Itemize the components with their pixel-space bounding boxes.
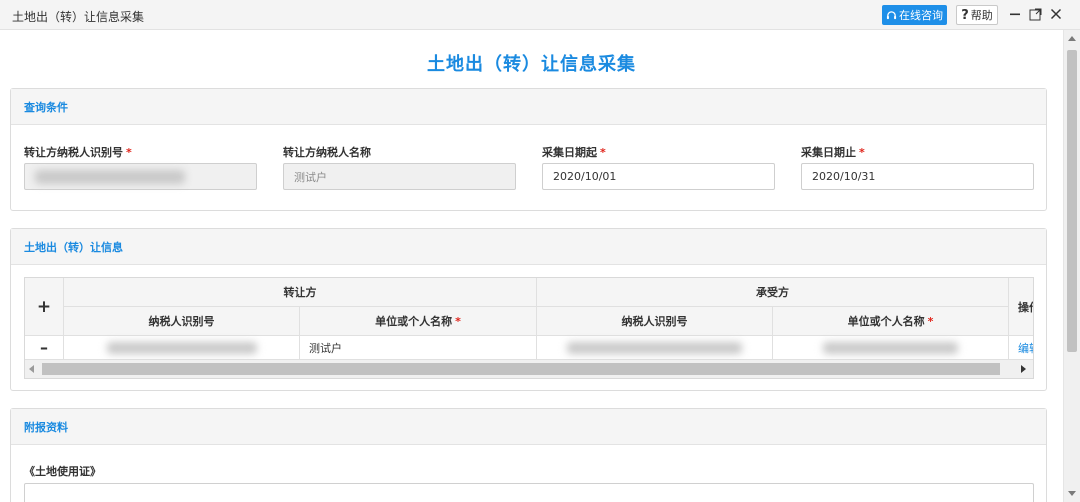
query-panel-title: 查询条件 bbox=[11, 89, 1046, 125]
scrollbar-thumb[interactable] bbox=[1067, 50, 1077, 352]
redacted-value bbox=[823, 341, 958, 354]
attachment-upload-box[interactable] bbox=[24, 483, 1034, 502]
minimize-icon bbox=[1010, 13, 1020, 16]
help-question-icon: ? bbox=[961, 7, 969, 23]
query-panel: 查询条件 转让方纳税人识别号 * 转让方纳税人名称 测试户 采集日期起 * 2020… bbox=[10, 88, 1047, 211]
help-button[interactable]: ? 帮助 bbox=[956, 5, 998, 25]
transferor-tax-id-label: 转让方纳税人识别号 * bbox=[24, 146, 132, 159]
column-header-transferor-name: 单位或个人名称 * bbox=[300, 307, 537, 336]
date-start-label: 采集日期起 * bbox=[542, 146, 606, 159]
table-cell-transferor-name[interactable]: 测试户 bbox=[300, 336, 537, 360]
table-cell-receiver-name[interactable] bbox=[773, 336, 1009, 360]
attachment-item-label: 《土地使用证》 bbox=[24, 465, 101, 478]
date-end-label: 采集日期止 * bbox=[801, 146, 865, 159]
table-cell-transferor-tax-id[interactable] bbox=[64, 336, 300, 360]
scroll-left-icon[interactable] bbox=[29, 365, 34, 373]
minimize-button[interactable] bbox=[1006, 4, 1024, 24]
date-start-input[interactable]: 2020/10/01 bbox=[542, 163, 775, 190]
transferor-name-input[interactable]: 测试户 bbox=[283, 163, 516, 190]
scroll-right-icon[interactable] bbox=[1021, 365, 1026, 373]
edit-link[interactable]: 编辑 bbox=[1009, 336, 1033, 360]
restore-icon bbox=[1029, 8, 1041, 20]
transferor-tax-id-input[interactable] bbox=[24, 163, 257, 190]
restore-button[interactable] bbox=[1026, 4, 1044, 24]
online-consult-label: 在线咨询 bbox=[899, 9, 943, 22]
page-title: 土地出（转）让信息采集 bbox=[427, 54, 636, 75]
vertical-scrollbar[interactable] bbox=[1063, 30, 1080, 502]
redacted-value bbox=[35, 169, 185, 184]
window-titlebar: 土地出（转）让信息采集 在线咨询 ? 帮助 bbox=[0, 0, 1080, 30]
operation-header: 操作 bbox=[1009, 278, 1033, 336]
table-cell-receiver-tax-id[interactable] bbox=[537, 336, 773, 360]
required-mark: * bbox=[600, 146, 606, 159]
redacted-value bbox=[567, 341, 742, 354]
horizontal-scrollbar-thumb[interactable] bbox=[42, 363, 1000, 375]
scroll-up-icon[interactable] bbox=[1068, 36, 1076, 41]
help-label: 帮助 bbox=[970, 9, 993, 22]
online-consult-button[interactable]: 在线咨询 bbox=[882, 5, 947, 25]
column-header-receiver-name: 单位或个人名称 * bbox=[773, 307, 1009, 336]
headset-icon bbox=[886, 10, 897, 19]
transfer-info-panel: 土地出（转）让信息 + 转让方 承受方 操作 纳税人识别号 单位或个人名称* 纳… bbox=[10, 228, 1047, 391]
redacted-value bbox=[106, 341, 257, 354]
receiver-group-header: 承受方 bbox=[537, 278, 1009, 307]
horizontal-scrollbar[interactable] bbox=[25, 360, 1033, 378]
transfer-info-title: 土地出（转）让信息 bbox=[11, 229, 1046, 265]
add-row-button[interactable]: + bbox=[25, 278, 64, 336]
scroll-down-icon[interactable] bbox=[1068, 491, 1076, 496]
transferor-name-label: 转让方纳税人名称 bbox=[283, 146, 371, 159]
required-mark: * bbox=[126, 146, 132, 159]
required-mark: * bbox=[859, 146, 865, 159]
attachments-panel: 附报资料 《土地使用证》 bbox=[10, 408, 1047, 502]
date-end-input[interactable]: 2020/10/31 bbox=[801, 163, 1034, 190]
window-title: 土地出（转）让信息采集 bbox=[12, 10, 145, 24]
remove-row-button[interactable]: – bbox=[25, 336, 64, 360]
transferor-group-header: 转让方 bbox=[64, 278, 537, 307]
attachments-title: 附报资料 bbox=[11, 409, 1046, 445]
column-header-transferor-tax-id: 纳税人识别号 bbox=[64, 307, 300, 336]
transfer-table: + 转让方 承受方 操作 纳税人识别号 单位或个人名称* 纳税人识别号 单位或个… bbox=[24, 277, 1034, 379]
column-header-receiver-tax-id: 纳税人识别号 bbox=[537, 307, 773, 336]
close-icon bbox=[1050, 8, 1062, 20]
close-button[interactable] bbox=[1047, 4, 1065, 24]
